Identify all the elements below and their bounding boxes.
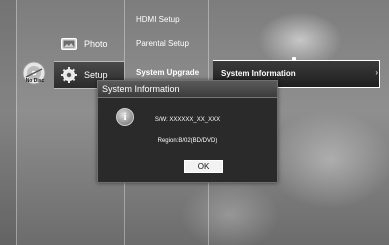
region-text: Region:B/02(BD/DVD) <box>157 138 218 144</box>
chevron-right-icon: › <box>375 68 378 77</box>
submenu-item-parental-setup[interactable]: Parental Setup <box>136 39 189 48</box>
submenu-item-hdmi-setup[interactable]: HDMI Setup <box>136 15 180 24</box>
menu-item-label: Setup <box>84 70 108 80</box>
tv-screen-background: No Disc Photo Setup HDMI Setup Parental … <box>0 0 389 245</box>
left-rail <box>0 0 16 245</box>
no-disc-label: No Disc <box>25 78 45 84</box>
dialog-title: System Information <box>102 84 180 94</box>
menu-item-photo[interactable]: Photo <box>54 31 124 57</box>
ok-button[interactable]: OK <box>184 160 223 173</box>
column-divider <box>16 0 17 245</box>
submenu-item-system-upgrade[interactable]: System Upgrade <box>136 68 199 77</box>
system-information-label: System Information <box>221 69 296 78</box>
gear-icon <box>60 67 78 83</box>
menu-item-label: Photo <box>84 39 108 49</box>
system-information-dialog: System Information i S/W: XXXXXX_XX_XXX … <box>97 80 278 183</box>
dialog-titlebar: System Information <box>98 81 277 98</box>
photo-icon <box>60 37 78 51</box>
software-version-text: S/W: XXXXXX_XX_XXX <box>154 117 221 123</box>
